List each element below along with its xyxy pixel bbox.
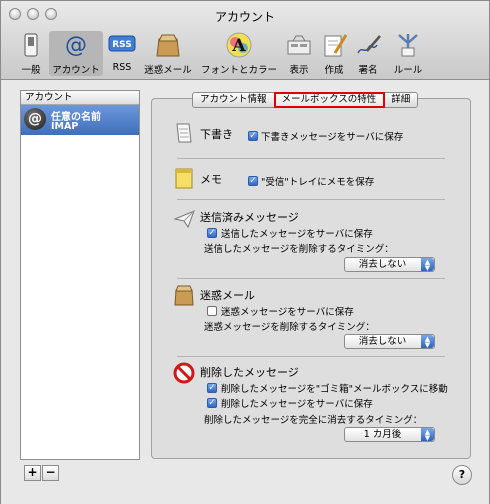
junk-delete-popup[interactable]: 消去しない ▲ ▼ (344, 334, 435, 349)
account-row[interactable]: @ 任意の名前 IMAP (21, 105, 139, 135)
drafts-title: 下書き (200, 128, 233, 141)
toolbar-label: フォントとカラー (200, 65, 277, 76)
rules-icon (393, 31, 423, 59)
content-area: アカウント @ 任意の名前 IMAP + − ? アカウント情報 メールボックス… (1, 80, 489, 504)
trash-store-checkbox[interactable]: ✓ (207, 398, 217, 408)
trash-move-checkbox[interactable]: ✓ (207, 383, 217, 393)
switch-icon (16, 31, 46, 59)
window-title: アカウント (214, 10, 275, 24)
add-account-button[interactable]: + (24, 465, 41, 481)
toolbar-rules[interactable]: ルール (389, 31, 427, 76)
toolbar-signatures[interactable]: 署名 (353, 31, 383, 76)
toolbar-accounts[interactable]: @ アカウント (49, 31, 103, 76)
notes-title: メモ (200, 173, 222, 186)
toolbar-label: 迷惑メール (144, 65, 192, 76)
toolbar-view[interactable]: 表示 (284, 31, 314, 76)
drafts-icon (173, 122, 195, 144)
trash-erase-label: 削除したメッセージを完全に消去するタイミング： (204, 415, 423, 426)
svg-text:A: A (231, 36, 246, 56)
font-color-icon: A (224, 31, 254, 59)
account-list-header[interactable]: アカウント (21, 91, 139, 105)
sent-icon (173, 208, 195, 230)
toolbar-label: 一般 (21, 65, 41, 76)
view-icon (284, 31, 314, 59)
titlebar: アカウント 一般 @ アカウント RSS RSS 迷惑メール A フォントとカラ… (1, 1, 489, 80)
drafts-store-label: 下書きメッセージをサーバに保存 (261, 132, 404, 143)
toolbar-label: RSS (112, 62, 132, 73)
preferences-window: アカウント 一般 @ アカウント RSS RSS 迷惑メール A フォントとカラ… (0, 0, 490, 504)
notes-icon (173, 167, 195, 189)
notes-store-checkbox[interactable]: ✓ (248, 176, 258, 186)
toolbar-label: 署名 (358, 65, 378, 76)
toolbar-junk[interactable]: 迷惑メール (142, 31, 194, 76)
tab-mailbox-behaviors[interactable]: メールボックスの特性 (273, 92, 386, 108)
tab-account-info[interactable]: アカウント情報 (193, 93, 275, 107)
junk-store-label: 迷惑メッセージをサーバに保存 (221, 307, 354, 318)
toolbar-compose[interactable]: 作成 (319, 31, 349, 76)
remove-account-button[interactable]: − (42, 465, 59, 481)
sent-store-checkbox[interactable]: ✓ (207, 228, 217, 238)
trash-erase-value: 1 カ月後 (363, 429, 402, 440)
junk-title: 迷惑メール (200, 289, 255, 302)
junk-mail-icon (153, 31, 183, 59)
tab-advanced[interactable]: 詳細 (384, 93, 417, 107)
divider (177, 199, 445, 200)
junk-store-checkbox[interactable] (207, 306, 217, 316)
toolbar-label: ルール (393, 65, 423, 76)
toolbar-label: アカウント (52, 65, 100, 76)
account-list[interactable]: アカウント @ 任意の名前 IMAP (20, 90, 140, 460)
svg-text:RSS: RSS (112, 40, 132, 50)
tab-bar: アカウント情報 メールボックスの特性 詳細 (192, 92, 419, 108)
trash-erase-popup[interactable]: 1 カ月後 ▲ ▼ (344, 427, 435, 442)
toolbar-label: 表示 (289, 65, 309, 76)
sent-delete-label: 送信したメッセージを削除するタイミング： (204, 244, 394, 255)
divider (177, 278, 445, 279)
divider (177, 158, 445, 159)
junk-delete-label: 迷惑メッセージを削除するタイミング： (204, 322, 375, 333)
notes-store-label: "受信"トレイにメモを保存 (261, 177, 375, 188)
toolbar-label: 作成 (324, 65, 344, 76)
junk-delete-value: 消去しない (358, 336, 407, 347)
rss-icon: RSS (107, 31, 137, 59)
at-sign-icon: @ (61, 31, 91, 59)
sent-delete-popup[interactable]: 消去しない ▲ ▼ (344, 257, 435, 272)
sent-store-label: 送信したメッセージをサーバに保存 (221, 229, 373, 240)
divider (177, 356, 445, 357)
sent-delete-value: 消去しない (358, 259, 407, 270)
svg-text:@: @ (65, 33, 87, 58)
drafts-store-checkbox[interactable]: ✓ (248, 131, 258, 141)
account-type: IMAP (51, 121, 79, 132)
toolbar-fonts-colors[interactable]: A フォントとカラー (199, 31, 279, 76)
trash-move-label: 削除したメッセージを"ゴミ箱"メールボックスに移動 (221, 384, 448, 395)
popup-arrows-icon: ▲ ▼ (421, 428, 434, 442)
trash-title: 削除したメッセージ (200, 366, 299, 379)
toolbar-rss[interactable]: RSS RSS (107, 31, 137, 76)
help-button[interactable]: ? (452, 465, 472, 485)
toolbar-general[interactable]: 一般 (15, 31, 47, 76)
popup-arrows-icon: ▲ ▼ (421, 258, 434, 272)
sent-title: 送信済みメッセージ (200, 211, 299, 224)
compose-icon (319, 31, 349, 59)
signature-icon (353, 31, 383, 59)
at-sign-icon: @ (24, 108, 46, 130)
popup-arrows-icon: ▲ ▼ (421, 335, 434, 349)
junk-mail-icon (173, 284, 195, 306)
deleted-icon (173, 362, 195, 384)
trash-store-label: 削除したメッセージをサーバに保存 (221, 399, 373, 410)
